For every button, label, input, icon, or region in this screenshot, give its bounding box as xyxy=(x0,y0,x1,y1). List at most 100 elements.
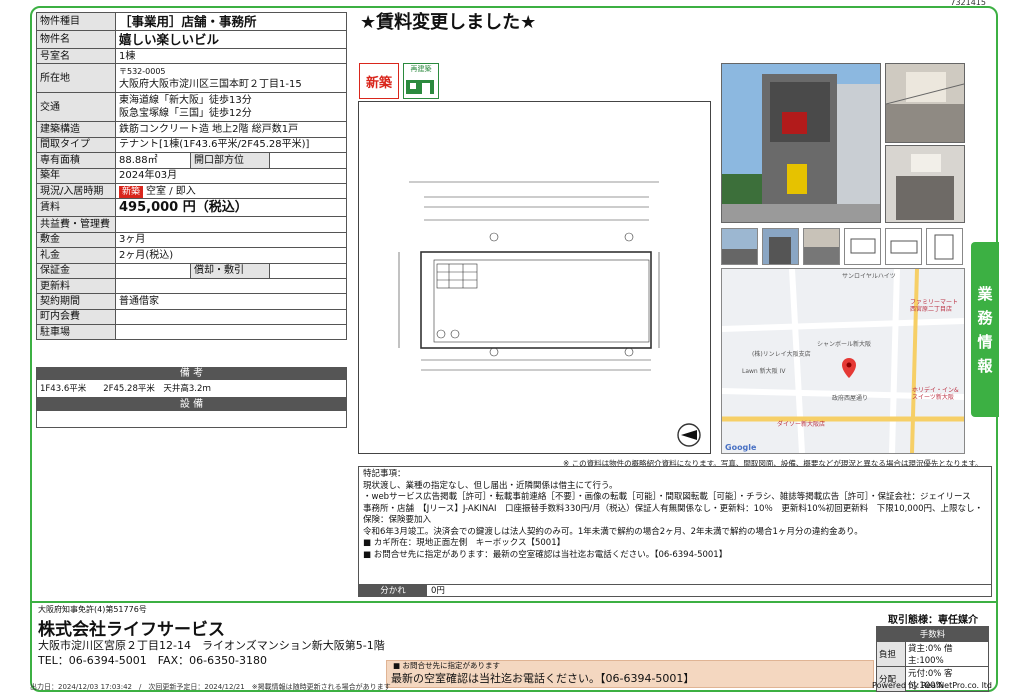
headline: ★賃料変更しました★ xyxy=(360,12,537,33)
map-label-5: Lawn 新大阪 IV xyxy=(742,368,786,375)
rent-free-value: 0円 xyxy=(431,586,445,596)
value-deposit: 3ヶ月 xyxy=(115,231,347,249)
thumb-1[interactable] xyxy=(721,228,758,265)
value-direction xyxy=(269,152,347,169)
building-photo-image xyxy=(722,64,880,222)
north-arrow xyxy=(681,430,697,440)
thumb-3-image xyxy=(804,229,839,264)
label-contract: 契約期間 xyxy=(36,293,116,310)
label-common-fee: 共益費・管理費 xyxy=(36,216,116,233)
floor-plan-drawing xyxy=(398,181,701,447)
value-guarantee xyxy=(115,262,191,279)
remarks-line-1: 現状渡し、業種の指定なし、但し届出・近隣関係は借主にて行う。 xyxy=(363,480,618,491)
rebuild-badge-label: 再建築 xyxy=(410,65,432,73)
map-label-4: (株)リンレイ大阪支店 xyxy=(752,351,811,358)
map-label-2: ファミリーマート 西宮原二丁目店 xyxy=(910,299,959,313)
rebuild-icon xyxy=(406,80,434,94)
thumb-5-image xyxy=(886,229,921,264)
label-rent: 賃料 xyxy=(36,198,116,218)
map-label-7: ダイソー新大阪店 xyxy=(777,421,826,428)
rent-free-row: 分かれ 0円 xyxy=(358,584,992,597)
thumb-2-image xyxy=(763,229,798,264)
new-build-tag: 新築 xyxy=(119,185,144,198)
interior-photo-1-image xyxy=(885,64,965,142)
company-address: 大阪市淀川区宮原２丁目12-14 ライオンズマンション新大阪第5-1階 xyxy=(38,639,385,652)
thumb-3[interactable] xyxy=(803,228,840,265)
value-address: 〒532-0005 大阪府大阪市淀川区三国本町２丁目1-15 xyxy=(115,63,347,94)
tab-char-4: 報 xyxy=(977,356,993,375)
output-date-line: 出力日：2024/12/03 17:03:42 / 次回更新予定日：2024/1… xyxy=(30,683,391,691)
value-name: 嬉しい楽しいビル xyxy=(115,30,347,49)
location-map[interactable]: サンロイヤルハイツ ファミリーマート 西宮原二丁目店 シャンボール新大阪 (株)… xyxy=(721,268,965,454)
remarks-line-4: ■ カギ所在：現地正面左側 キーボックス【5001】 xyxy=(363,538,566,548)
fee-header: 手数料 xyxy=(876,626,989,642)
thumb-2[interactable] xyxy=(762,228,799,265)
rent-free-label: 分かれ xyxy=(359,585,427,596)
remarks-line-2: ・webサービス広告掲載［許可］・転載事前連絡［不要］・画像の転載［可能］・間取… xyxy=(363,492,984,525)
rebuild-badge: 再建築 xyxy=(403,63,439,99)
label-address: 所在地 xyxy=(36,63,116,94)
tab-char-2: 務 xyxy=(977,308,993,327)
value-parking xyxy=(115,324,347,341)
thumb-1-image xyxy=(722,229,757,264)
access-line-2: 阪急宝塚線「三国」徒歩12分 xyxy=(119,108,252,120)
label-room: 号室名 xyxy=(36,47,116,65)
thumb-4-image xyxy=(845,229,880,264)
thumb-5[interactable] xyxy=(885,228,922,265)
fee-burden-value: 貸主:0% 借主:100% xyxy=(905,641,989,667)
building-photo xyxy=(721,63,881,223)
label-renewal: 更新料 xyxy=(36,277,116,295)
label-area: 専有面積 xyxy=(36,152,116,169)
label-amortization: 償却・敷引 xyxy=(190,262,270,279)
thumb-4[interactable] xyxy=(844,228,881,265)
tab-char-1: 業 xyxy=(977,284,993,303)
license-number: 大阪府知事免許(4)第51776号 xyxy=(38,605,147,614)
label-access: 交通 xyxy=(36,92,116,123)
value-type: ［事業用］店舗・事務所 xyxy=(115,12,347,31)
business-info-tab[interactable]: 業 務 情 報 xyxy=(971,242,999,417)
remarks-line-3: 令和6年3月竣工。決済会での鍵渡しは法人契約のみ可。1年未満で解約の場合2ヶ月、… xyxy=(363,526,863,537)
interior-photo-2 xyxy=(885,145,965,223)
map-google-logo: Google xyxy=(725,443,757,452)
label-type: 物件種目 xyxy=(36,12,116,31)
map-label-6: ホリデイ・イン&スイーツ新大阪 xyxy=(912,387,959,401)
value-renewal xyxy=(115,277,347,295)
map-label-1: サンロイヤルハイツ xyxy=(842,273,896,280)
facilities-body xyxy=(36,411,347,428)
value-contract: 普通借家 xyxy=(115,293,347,310)
label-name: 物件名 xyxy=(36,30,116,49)
new-build-badge: 新築 xyxy=(359,63,399,99)
value-rent: 495,000 円（税込） xyxy=(115,198,347,218)
contact-callout-note: ■ お問合せ先に指定があります xyxy=(393,661,500,670)
footer-divider xyxy=(30,601,998,603)
interior-photo-1 xyxy=(885,63,965,143)
value-status: 新築 空室 / 即入 xyxy=(115,182,347,200)
value-area: 88.88㎡ xyxy=(115,152,191,169)
value-amortization xyxy=(269,262,347,279)
map-label-3: シャンボール新大阪 xyxy=(817,341,872,348)
contact-callout: ■ お問合せ先に指定があります 最新の空室確認は当社迄お電話ください。【06-6… xyxy=(386,660,874,688)
address-line: 大阪府大阪市淀川区三国本町２丁目1-15 xyxy=(119,79,302,91)
fee-burden-label: 負担 xyxy=(876,641,906,667)
doc-id: 7321415 xyxy=(950,0,986,7)
label-parking: 駐車場 xyxy=(36,324,116,341)
value-structure: 鉄筋コンクリート造 地上2階 総戸数1戸 xyxy=(115,121,347,138)
remarks-title: 特記事項： xyxy=(363,469,406,479)
value-common-fee xyxy=(115,216,347,233)
remarks-line-5: ■ お問合せ先に指定があります：最新の空室確認は当社迄お電話ください。【06-6… xyxy=(363,549,728,560)
label-guarantee: 保証金 xyxy=(36,262,116,279)
thumb-6-image xyxy=(927,229,962,264)
label-built: 築年 xyxy=(36,167,116,184)
tab-char-3: 情 xyxy=(977,332,993,351)
notes-header: 備 考 xyxy=(36,367,347,380)
map-image xyxy=(722,269,964,453)
floor-plan xyxy=(358,101,711,454)
company-tel-fax: TEL：06-6394-5001 FAX：06-6350-3180 xyxy=(38,654,268,667)
label-deposit: 敷金 xyxy=(36,231,116,249)
label-status: 現況/入居時期 xyxy=(36,182,116,200)
interior-photo-2-image xyxy=(886,146,964,222)
access-line-1: 東海道線「新大阪」徒歩13分 xyxy=(119,95,252,107)
remarks-box: 特記事項： 現状渡し、業種の指定なし、但し届出・近隣関係は借主にて行う。 ・we… xyxy=(358,466,992,597)
label-key-money: 礼金 xyxy=(36,247,116,264)
thumb-6[interactable] xyxy=(926,228,963,265)
